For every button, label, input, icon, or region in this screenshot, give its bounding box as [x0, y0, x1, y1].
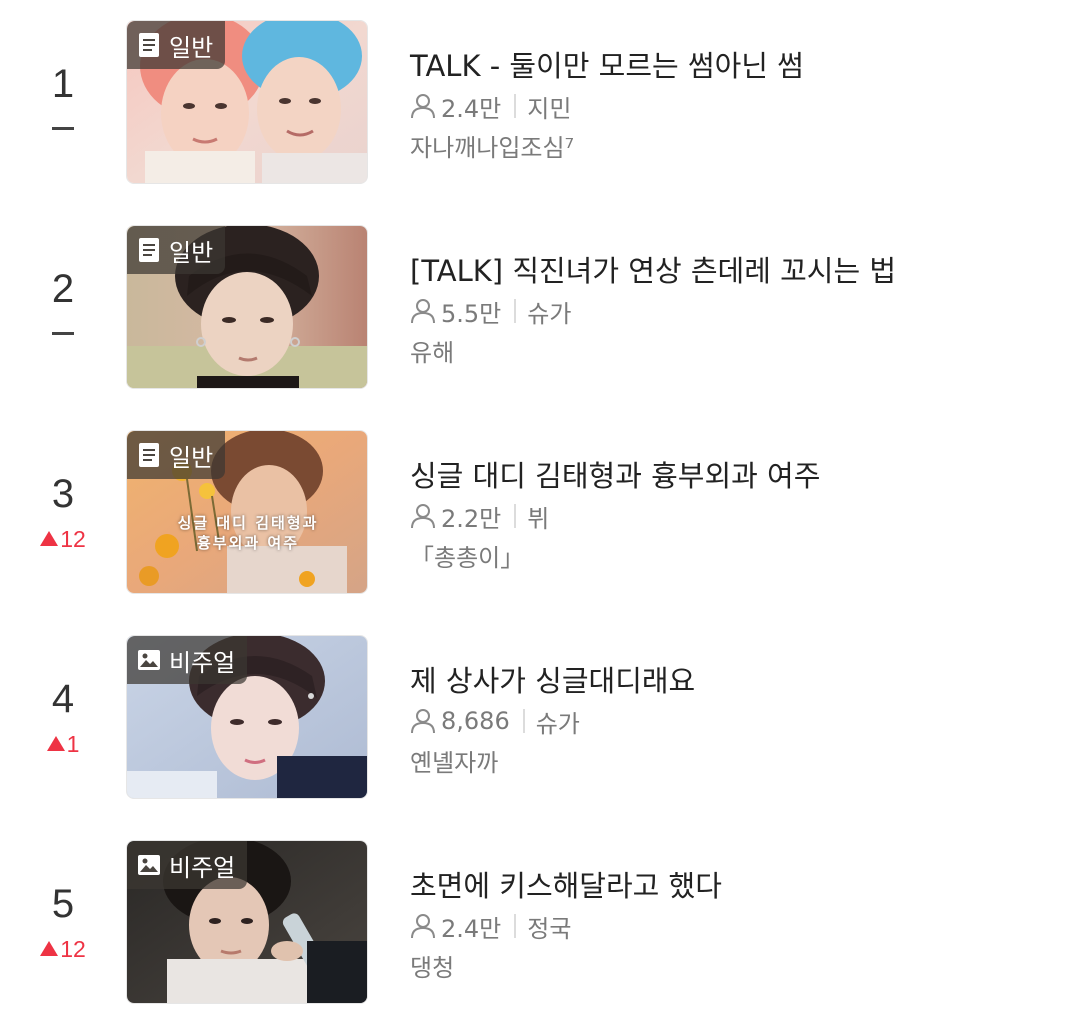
story-meta: 5.5만 슈가 [410, 295, 572, 328]
document-icon [139, 443, 159, 467]
person-icon [411, 709, 435, 734]
character-name: 정국 [527, 914, 572, 943]
story-meta: 8,686 슈가 [410, 705, 580, 738]
view-count: 2.4만 [441, 914, 502, 943]
ranking-item-5[interactable]: 5 12 비주얼 초면에 키스해달라고 했다 2.4만 정국 댕청 [0, 840, 1080, 1004]
person-icon [411, 914, 435, 939]
character-name: 슈가 [535, 709, 580, 738]
image-icon [138, 650, 160, 670]
character-name: 뷔 [527, 504, 550, 533]
meta-divider [514, 299, 517, 323]
meta-divider [514, 94, 517, 118]
genre-badge: 비주얼 [127, 841, 248, 889]
story-title[interactable]: 초면에 키스해달라고 했다 [410, 868, 722, 904]
thumbnail-caption-line-2: 흉부외과 여주 [196, 534, 300, 552]
author-name[interactable]: 옌녤자까 [410, 747, 498, 779]
genre-badge: 일반 [127, 21, 226, 69]
character-name: 지민 [527, 94, 572, 123]
badge-label: 일반 [169, 443, 214, 472]
up-arrow-icon [40, 531, 59, 546]
rank-no-change-indicator [52, 127, 74, 130]
rank-number: 3 [51, 472, 75, 516]
thumbnail-caption-line-1: 싱글 대디 김태형과 [177, 514, 319, 532]
ranking-list: 1 일반 TALK - 둘이만 모르는 썸아닌 썸 2.4만 지민 자나깨나입조… [0, 0, 1080, 1024]
story-thumbnail[interactable]: 싱글 대디 김태형과 흉부외과 여주 일반 [126, 430, 368, 594]
ranking-item-4[interactable]: 4 1 비주얼 제 상사가 싱글대디래요 8,686 슈가 옌녤자까 [0, 635, 1080, 799]
meta-divider [522, 709, 525, 733]
document-icon [139, 33, 159, 57]
view-count: 8,686 [441, 707, 510, 735]
story-meta: 2.4만 정국 [410, 910, 572, 943]
rank-number: 2 [51, 267, 75, 311]
ranking-item-3[interactable]: 3 12 싱글 대디 김태형과 흉부외과 여주 일반 싱글 대디 김태형과 흉부… [0, 430, 1080, 594]
story-title[interactable]: TALK - 둘이만 모르는 썸아닌 썸 [410, 48, 804, 84]
rank-up-indicator: 12 [0, 936, 126, 962]
story-title[interactable]: 싱글 대디 김태형과 흉부외과 여주 [410, 458, 820, 494]
story-meta: 2.2만 뷔 [410, 500, 550, 533]
badge-label: 일반 [169, 238, 214, 267]
author-name[interactable]: 댕청 [410, 952, 454, 984]
story-meta: 2.4만 지민 [410, 90, 572, 123]
story-title[interactable]: 제 상사가 싱글대디래요 [410, 663, 695, 699]
person-icon [411, 94, 435, 119]
rank-number: 5 [51, 882, 75, 926]
rank-column: 1 [0, 20, 126, 184]
ranking-item-2[interactable]: 2 일반 [TALK] 직진녀가 연상 츤데레 꼬시는 법 5.5만 슈가 유해 [0, 225, 1080, 389]
story-thumbnail[interactable]: 비주얼 [126, 635, 368, 799]
rank-column: 4 1 [0, 635, 126, 799]
genre-badge: 일반 [127, 226, 226, 274]
story-thumbnail[interactable]: 비주얼 [126, 840, 368, 1004]
author-name[interactable]: 유해 [410, 337, 454, 369]
rank-column: 2 [0, 225, 126, 389]
ranking-item-1[interactable]: 1 일반 TALK - 둘이만 모르는 썸아닌 썸 2.4만 지민 자나깨나입조… [0, 20, 1080, 184]
rank-column: 5 12 [0, 840, 126, 1004]
meta-divider [514, 914, 517, 938]
rank-no-change-indicator [52, 332, 74, 335]
rank-change-value: 1 [66, 731, 80, 757]
genre-badge: 비주얼 [127, 636, 248, 684]
rank-number: 4 [51, 677, 75, 721]
person-icon [411, 504, 435, 529]
rank-change-value: 12 [60, 526, 86, 552]
character-name: 슈가 [527, 299, 572, 328]
badge-label: 일반 [169, 33, 214, 62]
rank-column: 3 12 [0, 430, 126, 594]
story-thumbnail[interactable]: 일반 [126, 225, 368, 389]
up-arrow-icon [46, 736, 65, 751]
badge-label: 비주얼 [169, 853, 236, 882]
view-count: 2.4만 [441, 94, 502, 123]
meta-divider [514, 504, 517, 528]
image-icon [138, 855, 160, 875]
document-icon [139, 238, 159, 262]
view-count: 5.5만 [441, 299, 502, 328]
story-thumbnail[interactable]: 일반 [126, 20, 368, 184]
view-count: 2.2만 [441, 504, 502, 533]
up-arrow-icon [40, 941, 59, 956]
author-name[interactable]: 「총총이」 [410, 542, 524, 574]
rank-up-indicator: 12 [0, 526, 126, 552]
rank-change-value: 12 [60, 936, 86, 962]
rank-up-indicator: 1 [0, 731, 126, 757]
badge-label: 비주얼 [169, 648, 236, 677]
author-name[interactable]: 자나깨나입조심⁷ [410, 132, 574, 164]
person-icon [411, 299, 435, 324]
rank-number: 1 [51, 62, 75, 106]
story-title[interactable]: [TALK] 직진녀가 연상 츤데레 꼬시는 법 [410, 253, 896, 289]
genre-badge: 일반 [127, 431, 226, 479]
